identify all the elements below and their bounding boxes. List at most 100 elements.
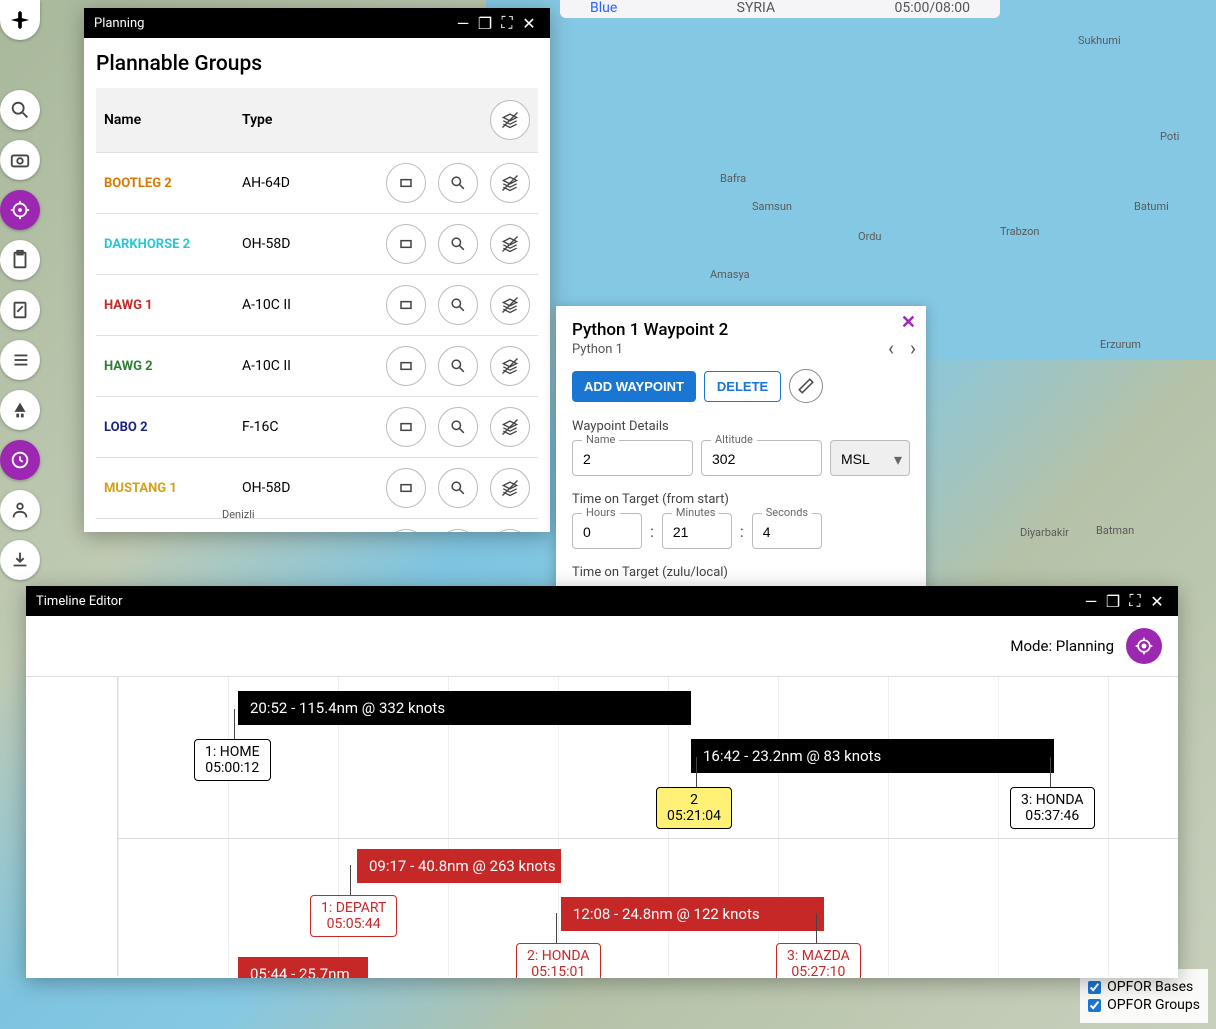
restore-icon[interactable]: ❐ bbox=[1102, 592, 1124, 611]
waypoint-time: 05:37:46 bbox=[1021, 808, 1084, 824]
planning-titlebar[interactable]: Planning — ❐ ⛶ ✕ bbox=[84, 8, 550, 38]
close-icon[interactable]: ✕ bbox=[518, 14, 540, 33]
waypoint-panel: ✕ ‹ › Python 1 Waypoint 2 Python 1 ADD W… bbox=[556, 306, 926, 594]
bounds-icon[interactable] bbox=[386, 285, 426, 325]
waypoint-name-field: Name bbox=[572, 440, 693, 476]
camera-tool-button[interactable] bbox=[0, 140, 40, 180]
layers-icon[interactable] bbox=[490, 346, 530, 386]
layers-icon[interactable] bbox=[490, 224, 530, 264]
timeline-waypoint[interactable]: 2: HONDA05:15:01 bbox=[516, 943, 601, 978]
target-tool-button[interactable] bbox=[0, 190, 40, 230]
plane-tool-button[interactable] bbox=[0, 0, 40, 40]
group-name: MUSTANG 1 bbox=[104, 481, 177, 496]
layers-icon[interactable] bbox=[490, 529, 530, 532]
timeline-titlebar[interactable]: Timeline Editor — ❐ ⛶ ✕ bbox=[26, 586, 1178, 616]
bounds-icon[interactable] bbox=[386, 468, 426, 508]
timeline-segment[interactable]: 20:52 - 115.4nm @ 332 knots bbox=[238, 691, 691, 725]
group-name: HAWG 2 bbox=[104, 359, 153, 374]
bounds-icon[interactable] bbox=[386, 529, 426, 532]
clock-tool-button[interactable] bbox=[0, 440, 40, 480]
timeline-segment[interactable]: 12:08 - 24.8nm @ 122 knots bbox=[561, 897, 824, 931]
zoom-icon[interactable] bbox=[438, 224, 478, 264]
zoom-icon[interactable] bbox=[438, 468, 478, 508]
zoom-icon[interactable] bbox=[438, 163, 478, 203]
list-tool-button[interactable] bbox=[0, 340, 40, 380]
download-tool-button[interactable] bbox=[0, 540, 40, 580]
time-sep: : bbox=[650, 522, 654, 541]
legend-checkbox[interactable] bbox=[1088, 981, 1101, 994]
legend-item[interactable]: OPFOR Bases bbox=[1088, 979, 1200, 995]
zoom-icon[interactable] bbox=[438, 346, 478, 386]
timeline-waypoint[interactable]: 1: DEPART05:05:44 bbox=[310, 895, 397, 937]
group-type: F-16C bbox=[234, 397, 322, 458]
layers-icon[interactable] bbox=[490, 407, 530, 447]
tot-zulu-label: Time on Target (zulu/local) bbox=[572, 565, 910, 580]
zoom-icon[interactable] bbox=[438, 407, 478, 447]
hours-field: Hours bbox=[572, 513, 642, 549]
timeline-segment[interactable]: 09:17 - 40.8nm @ 263 knots bbox=[357, 849, 561, 883]
zoom-icon[interactable] bbox=[438, 285, 478, 325]
map-city-label: Ordu bbox=[858, 230, 881, 243]
timeline-segment[interactable]: 05:44 - 25.7nm bbox=[238, 957, 368, 978]
layers-icon[interactable] bbox=[490, 468, 530, 508]
group-row[interactable]: LOBO 2 F-16C bbox=[96, 397, 538, 458]
edit-tool-button[interactable] bbox=[0, 290, 40, 330]
group-row[interactable]: MUSTANG 1 OH-58D bbox=[96, 458, 538, 519]
waypoint-label: 2 bbox=[667, 792, 721, 808]
altitude-ref-select[interactable]: MSL bbox=[830, 440, 910, 476]
minimize-icon[interactable]: — bbox=[452, 14, 474, 33]
group-type: A-10C II bbox=[234, 336, 322, 397]
map-city-label: Trabzon bbox=[1000, 225, 1039, 238]
map-city-label: Diyarbakir bbox=[1020, 526, 1069, 539]
col-type: Type bbox=[234, 88, 322, 153]
timeline-title: Timeline Editor bbox=[36, 594, 123, 609]
mission-time: 05:00/08:00 bbox=[894, 0, 970, 18]
bounds-icon[interactable] bbox=[386, 224, 426, 264]
timeline-waypoint[interactable]: 3: HONDA05:37:46 bbox=[1010, 787, 1095, 829]
mission-info-bar: Blue SYRIA 05:00/08:00 bbox=[560, 0, 1000, 18]
group-name: LOBO 2 bbox=[104, 420, 148, 435]
clipboard-tool-button[interactable] bbox=[0, 240, 40, 280]
legend-item[interactable]: OPFOR Groups bbox=[1088, 997, 1200, 1013]
delete-waypoint-button[interactable]: DELETE bbox=[704, 371, 781, 402]
layers-icon[interactable] bbox=[490, 285, 530, 325]
altitude-ref-field: MSL bbox=[830, 440, 910, 476]
layers-header-icon[interactable] bbox=[490, 100, 530, 140]
group-row[interactable]: HAWG 2 A-10C II bbox=[96, 336, 538, 397]
maximize-icon[interactable]: ⛶ bbox=[1124, 591, 1146, 611]
maximize-icon[interactable]: ⛶ bbox=[496, 13, 518, 33]
close-icon[interactable]: ✕ bbox=[1146, 592, 1168, 611]
bounds-icon[interactable] bbox=[386, 346, 426, 386]
group-row[interactable]: DARKHORSE 2 OH-58D bbox=[96, 214, 538, 275]
zoom-icon[interactable] bbox=[438, 529, 478, 532]
restore-icon[interactable]: ❐ bbox=[474, 14, 496, 33]
legend-checkbox[interactable] bbox=[1088, 999, 1101, 1012]
target-icon[interactable] bbox=[1126, 628, 1162, 664]
map-city-label: Erzurum bbox=[1100, 338, 1141, 351]
triangle-tool-button[interactable] bbox=[0, 390, 40, 430]
add-waypoint-button[interactable]: ADD WAYPOINT bbox=[572, 371, 696, 402]
layers-icon[interactable] bbox=[490, 163, 530, 203]
timeline-waypoint[interactable]: 1: HOME05:00:12 bbox=[194, 739, 271, 781]
group-row[interactable]: HAWG 1 A-10C II bbox=[96, 275, 538, 336]
timeline-waypoint[interactable]: 3: MAZDA05:27:10 bbox=[776, 943, 861, 978]
minimize-icon[interactable]: — bbox=[1080, 592, 1102, 611]
bounds-icon[interactable] bbox=[386, 163, 426, 203]
group-type: OH-58D bbox=[234, 214, 322, 275]
timeline-mode: Mode: Planning bbox=[1010, 637, 1114, 655]
timeline-waypoint[interactable]: 205:21:04 bbox=[656, 787, 732, 829]
group-type: A-10C II bbox=[234, 275, 322, 336]
next-waypoint-icon[interactable]: › bbox=[910, 336, 916, 360]
edit-icon[interactable] bbox=[789, 369, 823, 403]
theater-label: SYRIA bbox=[737, 0, 775, 18]
group-row[interactable]: BOOTLEG 2 AH-64D bbox=[96, 153, 538, 214]
map-city-label: Sukhumi bbox=[1078, 34, 1121, 47]
search-tool-button[interactable] bbox=[0, 90, 40, 130]
person-tool-button[interactable] bbox=[0, 490, 40, 530]
timeline-segment[interactable]: 16:42 - 23.2nm @ 83 knots bbox=[691, 739, 1054, 773]
group-row[interactable]: PYTHON 1 F-16C bbox=[96, 519, 538, 533]
planning-title: Planning bbox=[94, 16, 144, 31]
bounds-icon[interactable] bbox=[386, 407, 426, 447]
close-icon[interactable]: ✕ bbox=[901, 312, 916, 333]
prev-waypoint-icon[interactable]: ‹ bbox=[888, 336, 894, 360]
